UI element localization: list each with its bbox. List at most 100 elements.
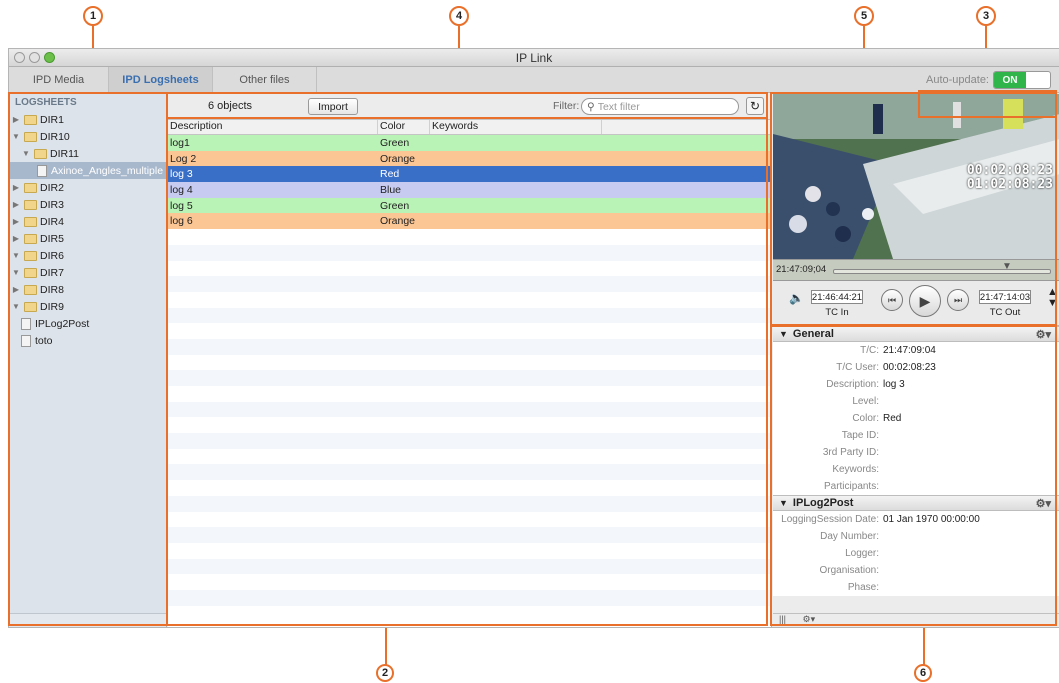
- filter-input[interactable]: ⚲ Text filter: [581, 98, 739, 115]
- playhead-icon[interactable]: ▼: [1002, 261, 1012, 272]
- transport-controls: 🔈 21:46:44:21 TC In ⏮ ▶ ⏭ 21:47:14:03 TC…: [773, 281, 1059, 326]
- skip-back-icon: ⏮: [887, 294, 897, 305]
- folder-item[interactable]: ▼ DIR7: [9, 264, 166, 281]
- cell-description: log 5: [170, 199, 193, 212]
- column-description[interactable]: Description: [168, 120, 378, 134]
- disclosure-expanded-icon[interactable]: ▼: [21, 149, 31, 158]
- folder-item[interactable]: ▼ DIR9: [9, 298, 166, 315]
- previous-button[interactable]: ⏮: [881, 289, 903, 311]
- table-row[interactable]: log 4 Blue: [168, 182, 771, 198]
- folder-item[interactable]: ▶ DIR8: [9, 281, 166, 298]
- disclosure-collapsed-icon[interactable]: ▶: [11, 115, 21, 124]
- disclosure-collapsed-icon[interactable]: ▶: [11, 217, 21, 226]
- empty-row: [168, 338, 771, 355]
- scrub-timecode: 21:47:09;04: [776, 264, 827, 275]
- table-header: Description Color Keywords: [168, 120, 771, 135]
- property-value[interactable]: log 3: [883, 379, 905, 390]
- property-key: Organisation:: [819, 565, 879, 576]
- volume-icon[interactable]: 🔈: [789, 291, 804, 305]
- general-properties: T/C: 21:47:09:04 T/C User: 00:02:08:23 Descr…: [773, 342, 1059, 495]
- logsheet-item[interactable]: Axinoe_Angles_multiple: [9, 162, 166, 179]
- tab-other-files[interactable]: Other files: [213, 67, 317, 93]
- tc-out-field[interactable]: 21:47:14:03: [979, 290, 1031, 304]
- app-window: IP Link IPD Media IPD Logsheets Other fi…: [8, 48, 1059, 628]
- property-row: Color: Red: [773, 410, 1059, 427]
- column-color[interactable]: Color: [378, 120, 430, 134]
- tab-ipd-media[interactable]: IPD Media: [9, 67, 109, 93]
- logsheet-item[interactable]: toto: [9, 332, 166, 349]
- auto-update-toggle[interactable]: ON: [993, 71, 1051, 89]
- callout-1: 1: [83, 6, 103, 26]
- property-value[interactable]: Red: [883, 413, 901, 424]
- iplog2post-section-header[interactable]: ▼ IPLog2Post ⚙▾: [773, 495, 1059, 511]
- table-toolbar: 6 objects Import Filter: ⚲ Text filter ↻: [168, 94, 771, 120]
- tree-item-label: DIR1: [40, 113, 64, 126]
- table-row[interactable]: log1 Green: [168, 135, 771, 151]
- tab-ipd-logsheets[interactable]: IPD Logsheets: [109, 67, 213, 93]
- cell-color: Green: [380, 136, 410, 149]
- property-key: Participants:: [823, 481, 879, 492]
- sidebar-resize-handle[interactable]: [9, 613, 166, 627]
- empty-row: [168, 386, 771, 402]
- general-section-header[interactable]: ▼ General ⚙▾: [773, 326, 1059, 342]
- video-preview[interactable]: 00:02:08:23 01:02:08:23: [773, 94, 1059, 259]
- scrub-track[interactable]: ▼: [833, 261, 1051, 274]
- property-value[interactable]: 00:02:08:23: [883, 362, 936, 373]
- scrubber[interactable]: 21:47:09;04 ▼: [773, 259, 1059, 281]
- cell-description: log 6: [170, 215, 193, 228]
- folder-item[interactable]: ▼ DIR10: [9, 128, 166, 145]
- gear-icon[interactable]: ⚙▾: [803, 614, 816, 624]
- property-value[interactable]: 21:47:09:04: [883, 345, 936, 356]
- folder-item[interactable]: ▶ DIR3: [9, 196, 166, 213]
- table-row[interactable]: log 3 Red: [168, 166, 771, 183]
- folder-item[interactable]: ▶ DIR4: [9, 213, 166, 230]
- skip-forward-icon: ⏭: [953, 294, 963, 305]
- tree-item-label: DIR10: [40, 130, 70, 143]
- resize-handle-icon[interactable]: |||: [779, 614, 786, 624]
- logsheet-item[interactable]: IPLog2Post: [9, 315, 166, 332]
- empty-row: [168, 495, 771, 512]
- refresh-button[interactable]: ↻: [746, 97, 764, 115]
- tc-in-field[interactable]: 21:46:44:21: [811, 290, 863, 304]
- empty-row: [168, 574, 771, 590]
- property-key: Tape ID:: [841, 430, 879, 441]
- gear-icon[interactable]: ⚙▾: [1036, 497, 1051, 510]
- folder-item[interactable]: ▶ DIR2: [9, 179, 166, 196]
- next-button[interactable]: ⏭: [947, 289, 969, 311]
- callout-3: 3: [976, 6, 996, 26]
- empty-row: [168, 527, 771, 543]
- empty-row: [168, 512, 771, 528]
- disclosure-collapsed-icon[interactable]: ▶: [11, 200, 21, 209]
- disclosure-collapsed-icon[interactable]: ▶: [11, 234, 21, 243]
- empty-row: [168, 543, 771, 559]
- callout-5: 5: [854, 6, 874, 26]
- property-key: T/C:: [860, 345, 879, 356]
- table-row[interactable]: log 5 Green: [168, 197, 771, 214]
- object-count: 6 objects: [208, 100, 253, 112]
- disclosure-expanded-icon[interactable]: ▼: [11, 302, 21, 311]
- disclosure-expanded-icon[interactable]: ▼: [11, 251, 21, 260]
- table-row[interactable]: Log 2 Orange: [168, 150, 771, 167]
- empty-row: [168, 589, 771, 606]
- table-row[interactable]: log 6 Orange: [168, 213, 771, 230]
- disclosure-collapsed-icon[interactable]: ▶: [11, 285, 21, 294]
- cell-color: Blue: [380, 183, 402, 196]
- jog-icon[interactable]: ▲ ▼: [1047, 287, 1058, 309]
- disclosure-expanded-icon[interactable]: ▼: [11, 132, 21, 141]
- empty-row: [168, 292, 771, 308]
- disclosure-expanded-icon[interactable]: ▼: [11, 268, 21, 277]
- property-key: Description:: [826, 379, 879, 390]
- import-button[interactable]: Import: [308, 98, 358, 115]
- gear-icon[interactable]: ⚙▾: [1036, 328, 1051, 341]
- play-button[interactable]: ▶: [909, 285, 941, 317]
- cell-color: Red: [380, 168, 400, 181]
- folder-item[interactable]: ▼ DIR6: [9, 247, 166, 264]
- folder-item[interactable]: ▶ DIR1: [9, 111, 166, 128]
- folder-item[interactable]: ▼ DIR11: [9, 145, 166, 162]
- folder-item[interactable]: ▶ DIR5: [9, 230, 166, 247]
- disclosure-collapsed-icon[interactable]: ▶: [11, 183, 21, 192]
- column-keywords[interactable]: Keywords: [430, 120, 602, 134]
- document-icon: [37, 164, 47, 177]
- tree-item-label: DIR4: [40, 215, 64, 228]
- property-value[interactable]: 01 Jan 1970 00:00:00: [883, 514, 980, 525]
